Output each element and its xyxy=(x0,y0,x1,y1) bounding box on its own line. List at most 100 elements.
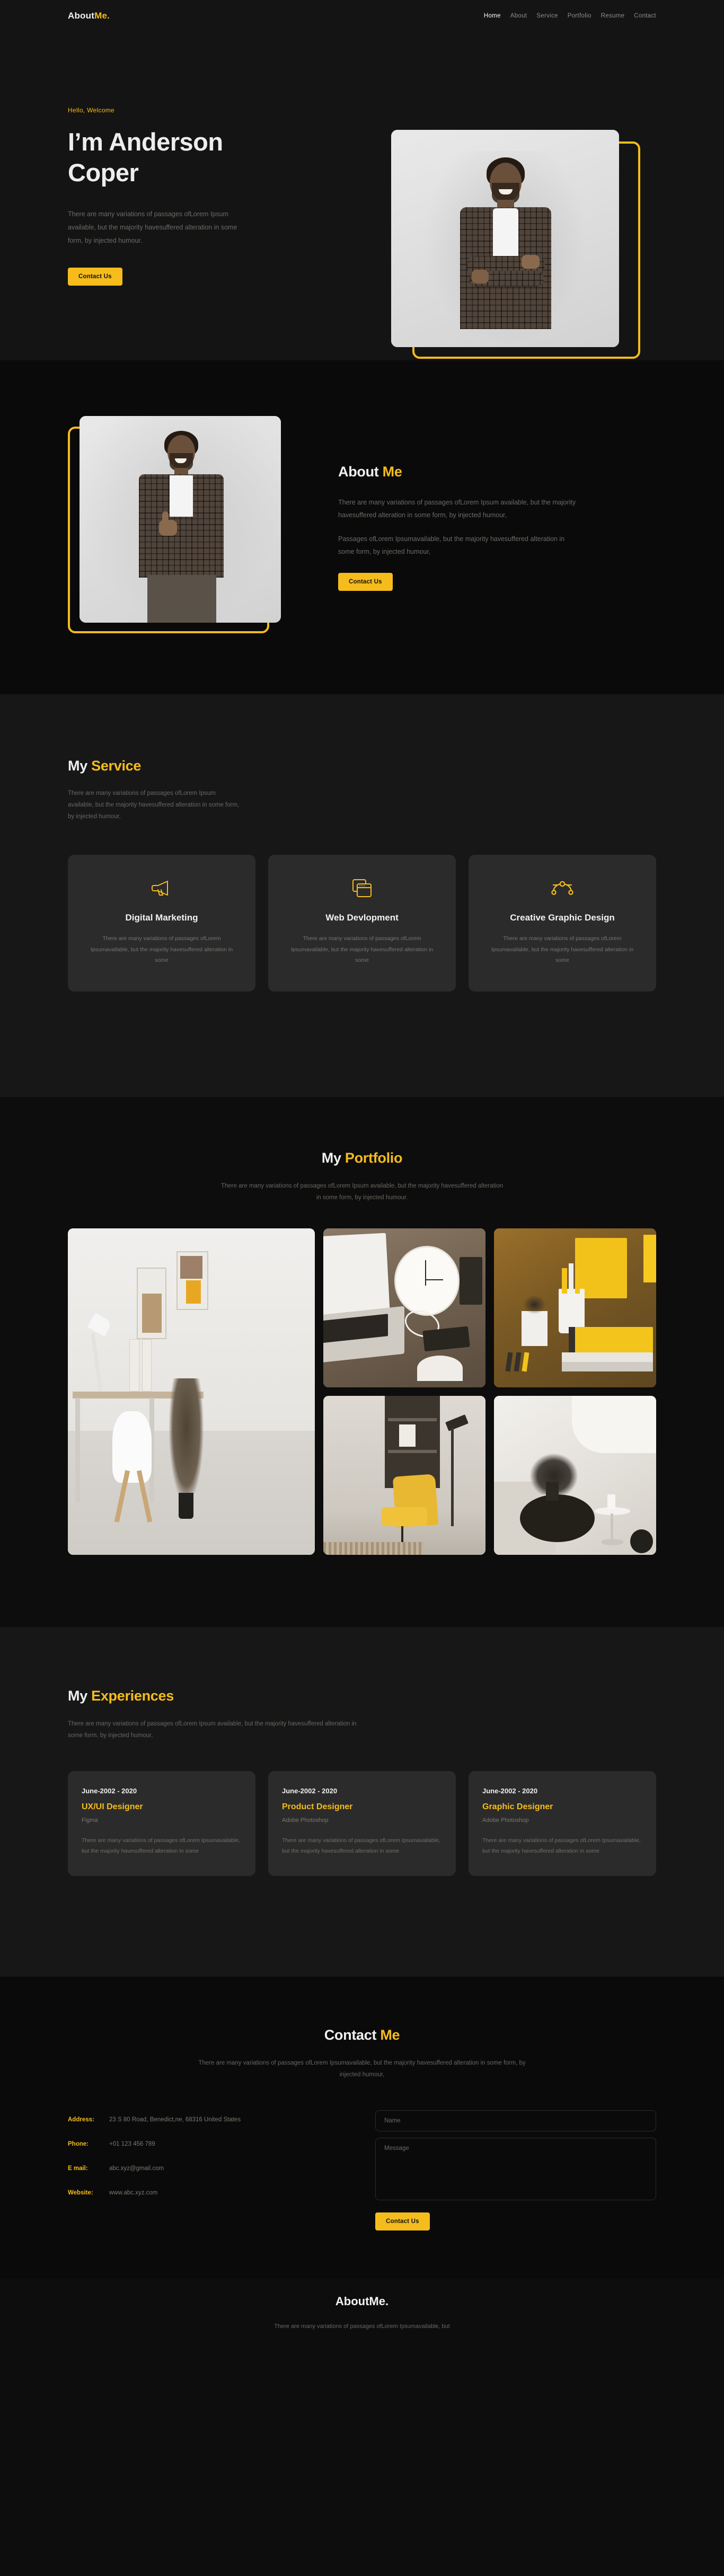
service-section: My Service There are many variations of … xyxy=(0,694,724,1097)
contact-info-phone: Phone: +01 123 456 789 xyxy=(68,2139,343,2149)
about-title-main: About xyxy=(338,463,383,480)
contact-info-value: 23 S 80 Road, Benedict,ne, 68316 United … xyxy=(109,2116,241,2123)
contact-info-value: www.abc.xyz.com xyxy=(109,2190,158,2197)
portfolio-item-laptop-clock[interactable] xyxy=(323,1228,485,1387)
contact-info-list: Address: 23 S 80 Road, Benedict,ne, 6831… xyxy=(68,2110,343,2230)
nav-link-resume[interactable]: Resume xyxy=(601,13,625,19)
experience-card-graphic-designer[interactable]: June-2002 - 2020 Graphic Designer Adobe … xyxy=(469,1771,656,1876)
about-paragraph-2: Passages ofLorem Ipsumavailable, but the… xyxy=(338,535,565,555)
footer-logo: AboutMe. xyxy=(335,2295,389,2308)
service-description: There are many variations of passages of… xyxy=(68,790,240,820)
nav-link-home[interactable]: Home xyxy=(484,13,501,19)
nav-link-contact[interactable]: Contact xyxy=(634,13,656,19)
nav-link-about[interactable]: About xyxy=(510,13,527,19)
service-card-description: There are many variations of passages of… xyxy=(90,935,233,964)
about-photo xyxy=(80,416,281,623)
service-card-web-development[interactable]: Web Devlopment There are many variations… xyxy=(268,854,456,992)
site-logo[interactable]: AboutMe. xyxy=(68,11,110,21)
pen-tool-icon xyxy=(484,876,640,900)
service-cards: Digital Marketing There are many variati… xyxy=(68,854,656,992)
browser-windows-icon xyxy=(284,876,440,900)
megaphone-icon xyxy=(84,876,240,900)
experiences-description: There are many variations of passages of… xyxy=(68,1721,357,1739)
contact-info-label: E mail: xyxy=(68,2165,88,2172)
contact-title: Contact Me xyxy=(68,2027,656,2043)
hero-title-line-1: I’m Anderson xyxy=(68,128,223,156)
hero-photo xyxy=(391,130,619,347)
nav-links: Home About Service Portfolio Resume Cont… xyxy=(484,13,656,19)
portfolio-description: There are many variations of passages of… xyxy=(220,1183,504,1201)
experience-description: There are many variations of passages of… xyxy=(82,1837,240,1855)
service-card-description: There are many variations of passages of… xyxy=(290,935,434,964)
hero-text-block: Hello, Welcome I’m Anderson Coper There … xyxy=(68,107,322,286)
experience-card-product-designer[interactable]: June-2002 - 2020 Product Designer Adobe … xyxy=(268,1771,456,1876)
portfolio-title-accent: Portfolio xyxy=(345,1150,403,1166)
footer: AboutMe. There are many variations of pa… xyxy=(0,2279,724,2343)
contact-info-email: E mail: abc.xyz@gmail.com xyxy=(68,2163,343,2174)
hero-section: Hello, Welcome I’m Anderson Coper There … xyxy=(0,32,724,360)
contact-info-label: Website: xyxy=(68,2190,93,2197)
experience-card-ux-ui-designer[interactable]: June-2002 - 2020 UX/UI Designer Figma Th… xyxy=(68,1771,255,1876)
hero-title-line-2: Coper xyxy=(68,158,139,187)
contact-description: There are many variations of passages of… xyxy=(198,2060,526,2078)
message-input[interactable] xyxy=(375,2137,656,2200)
service-title-accent: Service xyxy=(91,758,142,774)
portfolio-item-armchair[interactable] xyxy=(323,1395,485,1555)
portfolio-item-coffee-table[interactable] xyxy=(493,1395,656,1555)
experience-description: There are many variations of passages of… xyxy=(282,1837,440,1855)
nav-link-service[interactable]: Service xyxy=(536,13,558,19)
experience-tool: Adobe Photoshop xyxy=(282,1817,329,1823)
contact-info-value: +01 123 456 789 xyxy=(109,2140,155,2147)
about-paragraph-1: There are many variations of passages of… xyxy=(338,498,576,519)
hero-title: I’m Anderson Coper xyxy=(68,127,322,188)
contact-info-address: Address: 23 S 80 Road, Benedict,ne, 6831… xyxy=(68,2114,343,2125)
service-card-description: There are many variations of passages of… xyxy=(491,935,634,964)
contact-info-label: Address: xyxy=(68,2116,94,2123)
experience-date: June-2002 - 2020 xyxy=(282,1786,338,1795)
contact-info-label: Phone: xyxy=(68,2140,89,2147)
portfolio-section: My Portfolio There are many variations o… xyxy=(0,1097,724,1627)
logo-main-text: About xyxy=(68,11,95,21)
experience-date: June-2002 - 2020 xyxy=(82,1786,137,1795)
portfolio-item-workspace[interactable] xyxy=(68,1228,315,1555)
portfolio-grid xyxy=(68,1228,656,1555)
portfolio-title-main: My xyxy=(321,1150,345,1166)
contact-form: Contact Us xyxy=(375,2110,656,2230)
contact-title-main: Contact xyxy=(324,2027,381,2043)
experiences-section: My Experiences There are many variations… xyxy=(0,1627,724,1977)
hero-greeting: Hello, Welcome xyxy=(68,107,115,114)
navbar: AboutMe. Home About Service Portfolio Re… xyxy=(0,0,724,32)
about-title-accent: Me xyxy=(382,463,402,480)
about-title: About Me xyxy=(338,464,624,480)
service-card-graphic-design[interactable]: Creative Graphic Design There are many v… xyxy=(469,854,656,992)
contact-info-value: abc.xyz@gmail.com xyxy=(109,2165,164,2172)
portfolio-title: My Portfolio xyxy=(68,1150,656,1166)
about-section: About Me There are many variations of pa… xyxy=(0,360,724,694)
service-title-main: My xyxy=(68,758,92,774)
service-card-title: Creative Graphic Design xyxy=(510,912,615,923)
hero-description: There are many variations of passages of… xyxy=(68,210,237,244)
contact-submit-button[interactable]: Contact Us xyxy=(375,2212,430,2230)
experience-tool: Figma xyxy=(82,1817,98,1823)
service-card-title: Web Devlopment xyxy=(325,912,399,923)
contact-section: Contact Me There are many variations of … xyxy=(0,1977,724,2279)
portfolio-item-stationery[interactable] xyxy=(493,1228,656,1387)
experiences-title-main: My xyxy=(68,1688,92,1704)
service-card-digital-marketing[interactable]: Digital Marketing There are many variati… xyxy=(68,854,255,992)
experience-cards: June-2002 - 2020 UX/UI Designer Figma Th… xyxy=(68,1771,656,1876)
about-contact-button[interactable]: Contact Us xyxy=(338,573,393,591)
experience-tool: Adobe Photoshop xyxy=(482,1817,529,1823)
about-text-block: About Me There are many variations of pa… xyxy=(338,464,624,591)
nav-link-portfolio[interactable]: Portfolio xyxy=(568,13,591,19)
hero-contact-button[interactable]: Contact Us xyxy=(68,267,122,286)
service-title: My Service xyxy=(68,758,656,774)
experiences-title: My Experiences xyxy=(68,1688,656,1704)
about-photo-block xyxy=(68,416,301,639)
logo-accent-text: Me. xyxy=(94,11,110,21)
experience-role: UX/UI Designer xyxy=(82,1802,143,1811)
experiences-title-accent: Experiences xyxy=(91,1688,174,1704)
contact-title-accent: Me xyxy=(380,2027,400,2043)
name-input[interactable] xyxy=(375,2110,656,2131)
experience-role: Product Designer xyxy=(282,1802,353,1811)
experience-description: There are many variations of passages of… xyxy=(482,1837,641,1855)
